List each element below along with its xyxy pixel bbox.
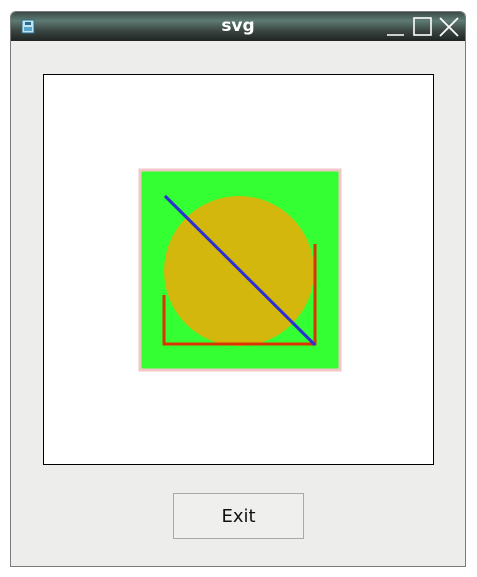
title-bar[interactable]: svg xyxy=(11,12,465,41)
svg-drawing xyxy=(138,168,342,372)
svg-canvas xyxy=(43,74,434,465)
maximize-icon[interactable] xyxy=(412,16,434,38)
close-icon[interactable] xyxy=(438,16,460,38)
exit-button[interactable]: Exit xyxy=(173,493,304,539)
minimize-icon[interactable] xyxy=(385,16,407,38)
app-window: svg Exit xyxy=(10,11,466,567)
